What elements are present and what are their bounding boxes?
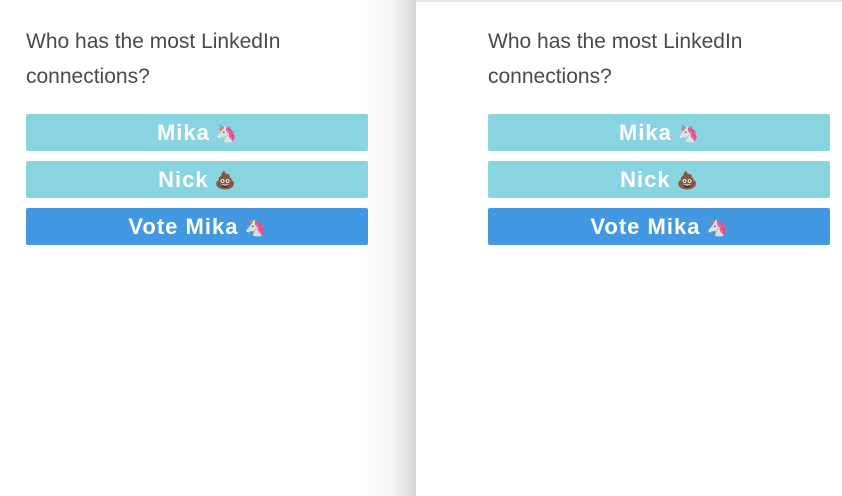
poop-icon: 💩 bbox=[214, 171, 236, 190]
left-poll-panel: Who has the most LinkedIn connections? M… bbox=[0, 0, 415, 496]
unicorn-icon: 🦄 bbox=[706, 218, 728, 237]
option-button-nick[interactable]: Nick 💩 bbox=[488, 161, 830, 198]
vote-label: Vote Mika bbox=[590, 214, 701, 239]
poll-question: Who has the most LinkedIn connections? bbox=[26, 30, 281, 88]
unicorn-icon: 🦄 bbox=[244, 218, 266, 237]
unicorn-icon: 🦄 bbox=[677, 124, 700, 143]
option-button-mika[interactable]: Mika 🦄 bbox=[488, 114, 830, 151]
option-label: Mika bbox=[156, 120, 210, 145]
option-label: Nick bbox=[158, 167, 209, 192]
right-poll-panel: Who has the most LinkedIn connections? M… bbox=[416, 0, 842, 496]
vote-button[interactable]: Vote Mika 🦄 bbox=[26, 208, 368, 245]
poll-question: Who has the most LinkedIn connections? bbox=[488, 30, 743, 88]
option-button-mika[interactable]: Mika 🦄 bbox=[26, 114, 368, 151]
option-label: Nick bbox=[620, 167, 671, 192]
option-label: Mika bbox=[618, 120, 672, 145]
vote-label: Vote Mika bbox=[128, 214, 239, 239]
vote-button[interactable]: Vote Mika 🦄 bbox=[488, 208, 830, 245]
unicorn-icon: 🦄 bbox=[215, 124, 238, 143]
poop-icon: 💩 bbox=[676, 171, 698, 190]
panel-shadow bbox=[360, 0, 415, 496]
poll-card: Who has the most LinkedIn connections? M… bbox=[488, 24, 830, 255]
poll-card: Who has the most LinkedIn connections? M… bbox=[26, 24, 368, 255]
option-button-nick[interactable]: Nick 💩 bbox=[26, 161, 368, 198]
